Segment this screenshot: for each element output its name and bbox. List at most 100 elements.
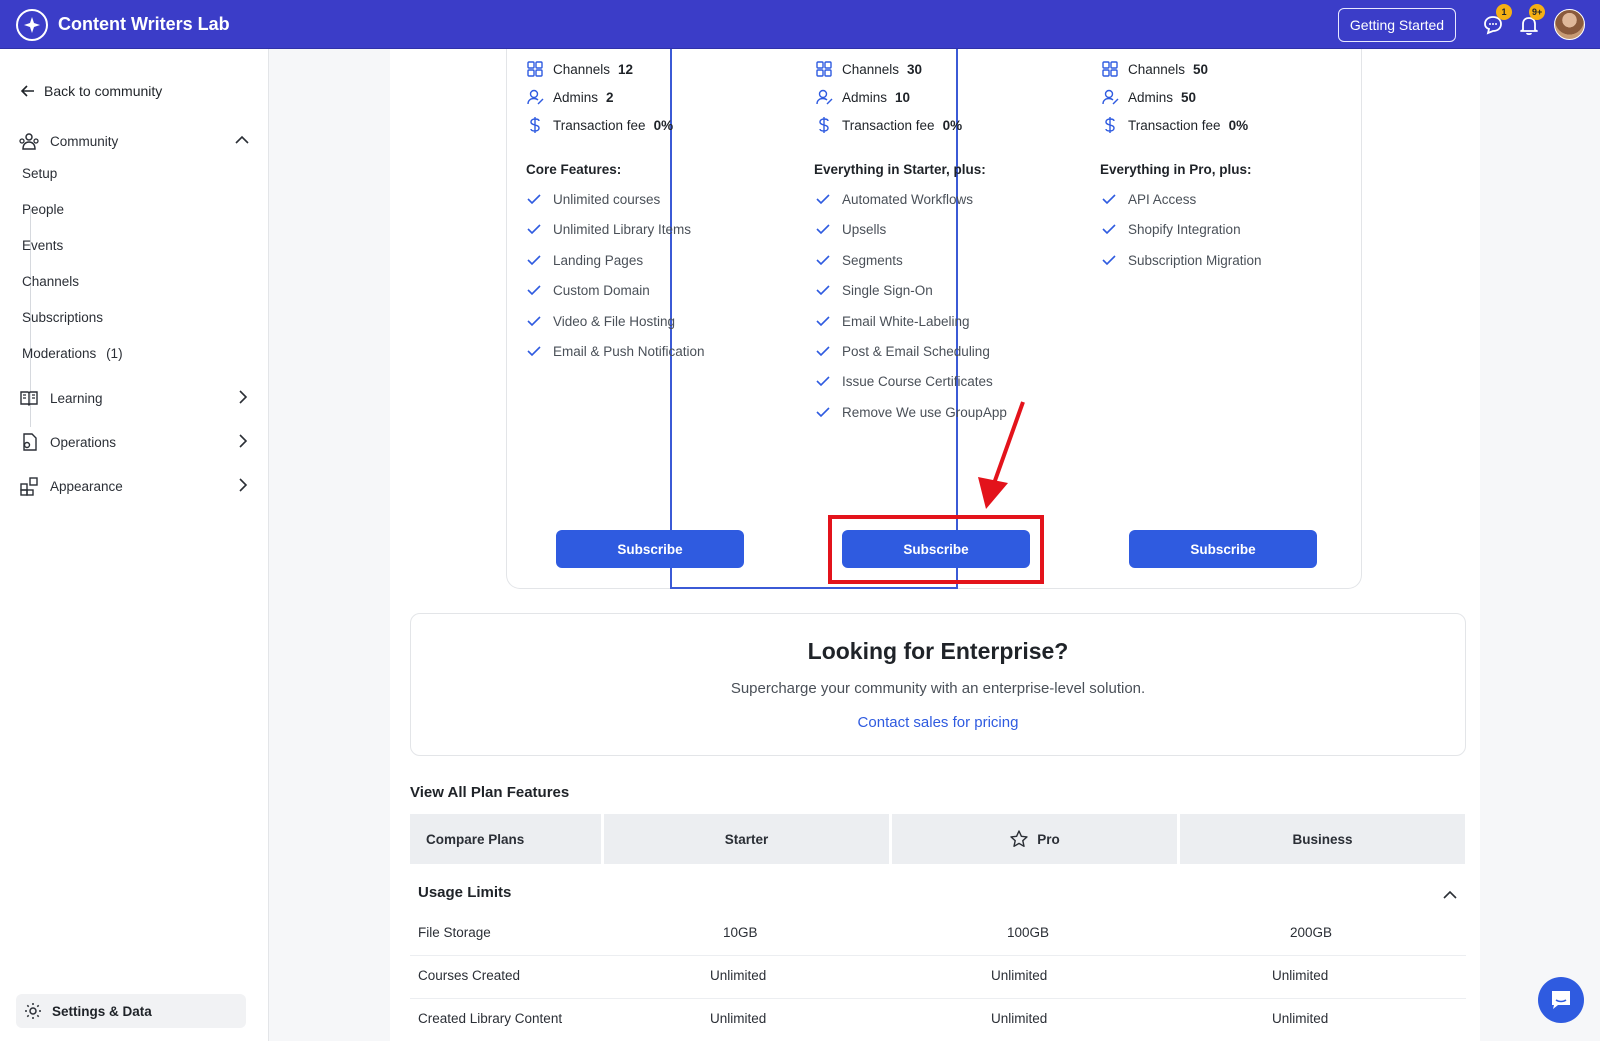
sidebar-item-people[interactable]: People — [22, 202, 64, 217]
chevron-up-icon[interactable] — [1442, 887, 1458, 903]
feature-item: Shopify Integration — [1101, 221, 1241, 237]
sidebar-group-community[interactable]: Community — [18, 130, 250, 152]
starter-value: Unlimited — [710, 1011, 767, 1026]
usage-limits-title[interactable]: Usage Limits — [418, 884, 511, 901]
chevron-right-icon[interactable] — [234, 389, 250, 405]
pro-value: Unlimited — [991, 968, 1048, 983]
enterprise-card: Looking for Enterprise? Supercharge your… — [410, 613, 1466, 756]
feature-item: Post & Email Scheduling — [815, 343, 990, 359]
feature-label: Video & File Hosting — [553, 313, 676, 329]
feature-item: Upsells — [815, 221, 886, 237]
sidebar-group-operations[interactable]: Operations — [18, 431, 250, 453]
check-icon — [527, 285, 541, 296]
business-value: 200GB — [1290, 925, 1333, 940]
user-avatar[interactable] — [1554, 9, 1585, 40]
sidebar-item-subscriptions[interactable]: Subscriptions — [22, 310, 103, 325]
fee-value: 0% — [1228, 117, 1249, 133]
check-icon — [816, 407, 830, 418]
user-icon — [527, 89, 544, 105]
chevron-up-icon[interactable] — [234, 132, 250, 148]
features-title: Everything in Starter, plus: — [814, 162, 986, 177]
channels-value: 50 — [1193, 61, 1209, 77]
chevron-right-icon[interactable] — [234, 477, 250, 493]
feature-label: Single Sign-On — [842, 282, 933, 298]
appearance-icon — [20, 477, 38, 496]
grid-icon — [527, 61, 543, 77]
contact-sales-link[interactable]: Contact sales for pricing — [411, 714, 1465, 731]
back-to-community-link[interactable]: Back to community — [20, 83, 162, 99]
channels-value: 30 — [907, 61, 923, 77]
feature-label: Email & Push Notification — [553, 343, 705, 359]
sidebar-item-events[interactable]: Events — [22, 238, 63, 253]
feature-item: Subscription Migration — [1101, 252, 1262, 268]
star-icon — [1010, 830, 1028, 847]
dollar-icon — [530, 117, 540, 133]
admins-value: 50 — [1181, 89, 1197, 105]
gear-icon — [25, 1003, 41, 1019]
user-icon — [1102, 89, 1119, 105]
contact-sales-label[interactable]: Contact sales for pricing — [858, 714, 1019, 731]
channels-value: 12 — [618, 61, 634, 77]
channels-label: Channels — [553, 61, 611, 77]
admins-stat: Admins 2 — [526, 88, 614, 106]
check-icon — [527, 224, 541, 235]
feature-item: Unlimited Library Items — [526, 221, 691, 237]
app-logo-icon[interactable] — [16, 9, 48, 41]
check-icon — [527, 346, 541, 357]
business-column-header: Business — [1180, 814, 1465, 864]
app-title[interactable]: Content Writers Lab — [58, 14, 230, 35]
compare-table-header: Compare Plans Starter Pro Business — [410, 814, 1466, 864]
check-icon — [1102, 194, 1116, 205]
business-value: Unlimited — [1272, 968, 1329, 983]
admins-value: 2 — [606, 89, 614, 105]
business-value: Unlimited — [1272, 1011, 1329, 1026]
appearance-label: Appearance — [50, 478, 123, 494]
sidebar-item-moderations[interactable]: Moderations (1) — [22, 346, 123, 361]
channels-stat: Channels 12 — [526, 60, 633, 78]
arrow-left-icon — [20, 85, 34, 97]
grid-icon — [1102, 61, 1118, 77]
sidebar-group-learning[interactable]: Learning — [18, 387, 250, 409]
starter-column-header: Starter — [604, 814, 889, 864]
check-icon — [816, 316, 830, 327]
settings-and-data-button[interactable]: Settings & Data — [16, 994, 246, 1028]
feature-label: Subscription Migration — [1128, 252, 1262, 268]
feature-label: Upsells — [842, 221, 887, 237]
top-bar: Content Writers Lab Getting Started 1 9+ — [0, 0, 1600, 49]
channels-stat: Channels 50 — [1101, 60, 1208, 78]
pro-header-label: Pro — [1037, 831, 1060, 847]
fee-stat: Transaction fee 0% — [526, 116, 673, 134]
chevron-right-icon[interactable] — [234, 433, 250, 449]
view-all-features-title: View All Plan Features — [410, 784, 570, 801]
admins-label: Admins — [553, 89, 599, 105]
fee-stat: Transaction fee 0% — [815, 116, 962, 134]
row-label: Created Library Content — [418, 1011, 563, 1026]
check-icon — [816, 376, 830, 387]
feature-label: Automated Workflows — [842, 191, 974, 207]
table-row: Created Library Content Unlimited Unlimi… — [410, 999, 1466, 1041]
feature-item: Email & Push Notification — [526, 343, 705, 359]
feature-label: Custom Domain — [553, 282, 650, 298]
compare-plans-header: Compare Plans — [410, 814, 601, 864]
admins-label: Admins — [1128, 89, 1174, 105]
channels-label: Channels — [1128, 61, 1186, 77]
check-icon — [816, 194, 830, 205]
feature-label: Issue Course Certificates — [842, 373, 993, 389]
channels-stat: Channels 30 — [815, 60, 922, 78]
subscribe-starter-button[interactable]: Subscribe — [556, 530, 744, 568]
feature-label: Shopify Integration — [1128, 221, 1241, 237]
fee-label: Transaction fee — [842, 117, 935, 133]
sidebar-item-setup[interactable]: Setup — [22, 166, 57, 181]
subscribe-business-button[interactable]: Subscribe — [1129, 530, 1317, 568]
sidebar-group-appearance[interactable]: Appearance — [18, 475, 250, 497]
pro-column-header: Pro — [892, 814, 1177, 864]
feature-item: Custom Domain — [526, 282, 650, 298]
feature-label: Unlimited Library Items — [553, 221, 692, 237]
chat-launcher-button[interactable] — [1538, 977, 1584, 1023]
getting-started-button[interactable]: Getting Started — [1338, 8, 1456, 42]
moderations-label: Moderations — [22, 346, 97, 361]
messages-badge: 1 — [1496, 4, 1512, 20]
sidebar-item-channels[interactable]: Channels — [22, 274, 79, 289]
user-icon — [816, 89, 833, 105]
starter-value: 10GB — [723, 925, 758, 940]
